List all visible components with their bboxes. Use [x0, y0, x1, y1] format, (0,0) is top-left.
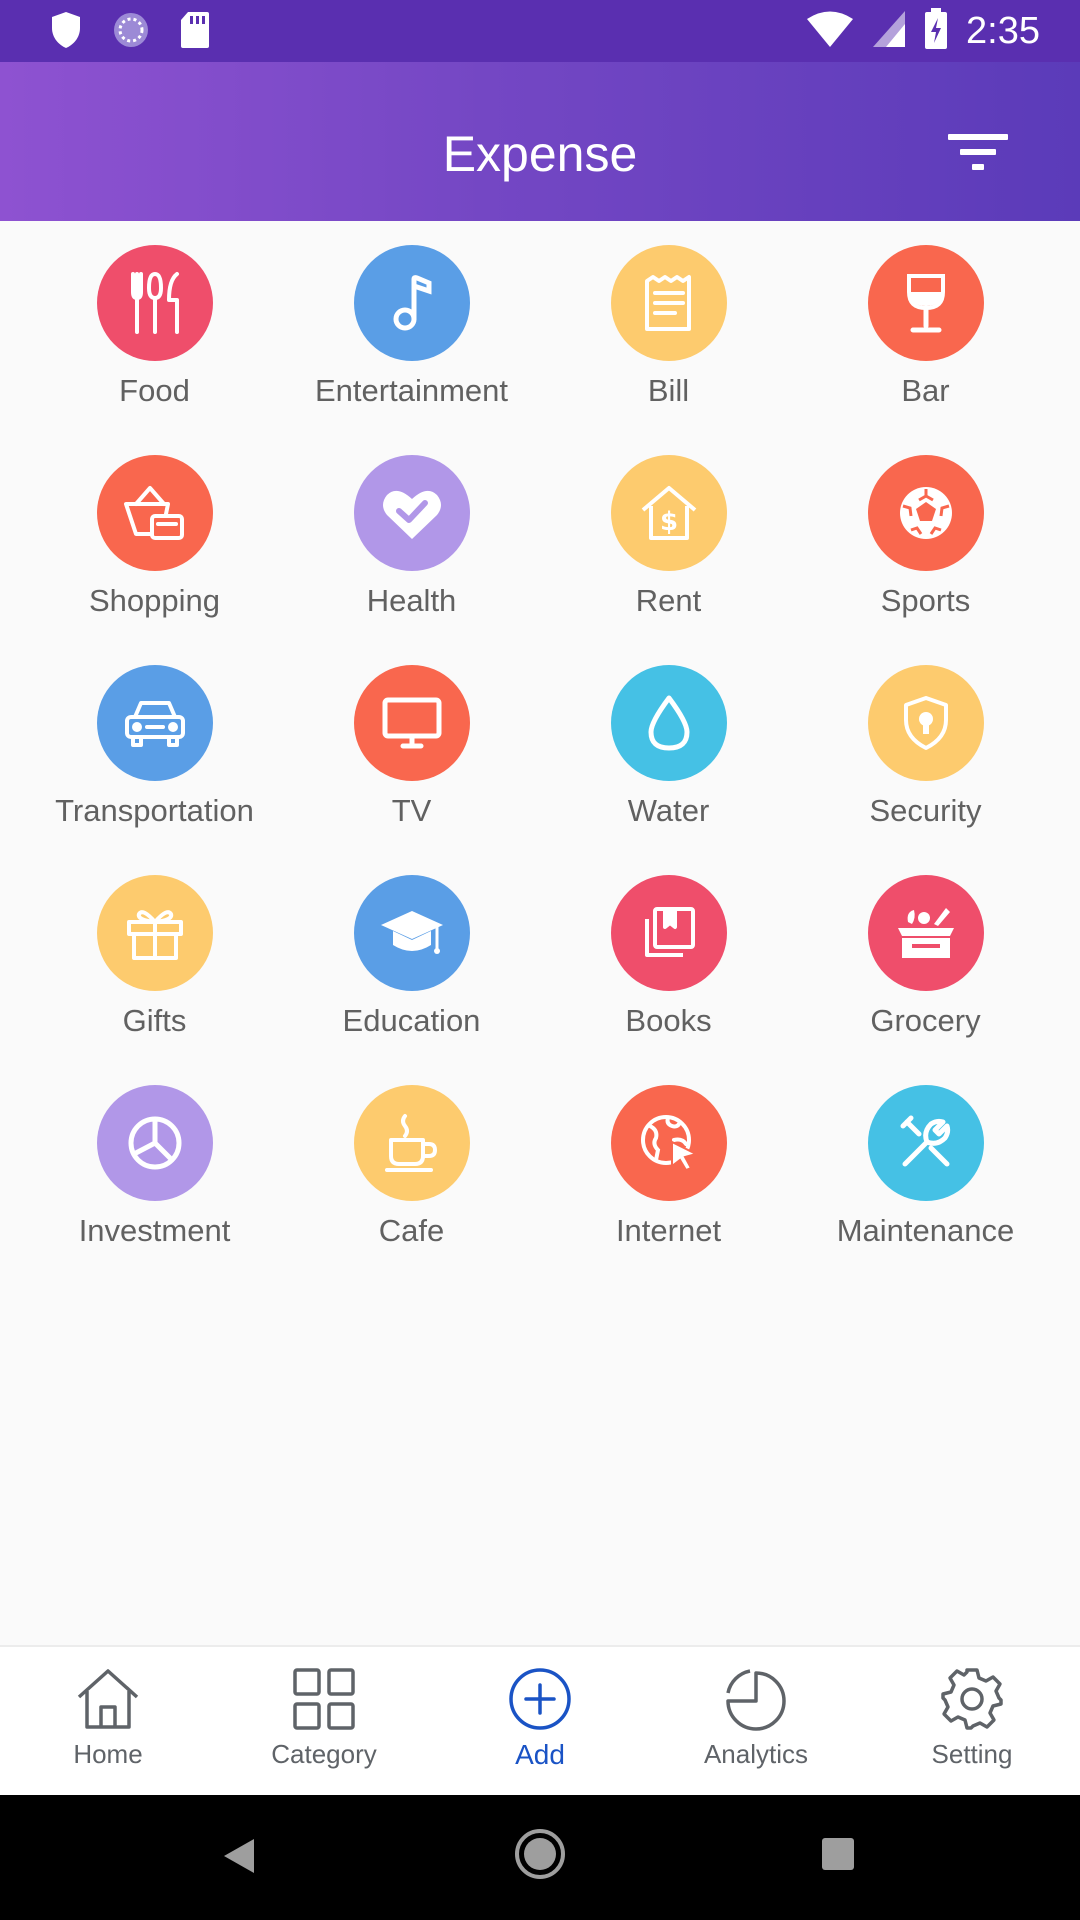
nav-category[interactable]: Category	[216, 1647, 432, 1795]
category-water[interactable]: Water	[540, 665, 797, 875]
category-bar[interactable]: Bar	[797, 245, 1054, 455]
category-bill[interactable]: Bill	[540, 245, 797, 455]
category-label: Transportation	[55, 793, 254, 828]
car-icon	[96, 665, 213, 781]
add-circle-icon	[509, 1668, 571, 1730]
category-label: Health	[366, 583, 457, 618]
back-icon	[224, 1839, 254, 1873]
category-cafe[interactable]: Cafe	[283, 1085, 540, 1295]
app-bar: Expense	[0, 62, 1080, 221]
category-label: Food	[119, 373, 190, 408]
pie-chart-icon	[96, 1085, 213, 1201]
category-label: Books	[625, 1003, 712, 1038]
pie-chart-outline-icon	[726, 1669, 786, 1731]
category-label: TV	[391, 793, 432, 828]
receipt-icon	[610, 245, 727, 361]
home-icon	[77, 1669, 139, 1729]
category-label: Sports	[880, 583, 971, 618]
category-label: Maintenance	[836, 1213, 1015, 1248]
category-maintenance[interactable]: Maintenance	[797, 1085, 1054, 1295]
grid-icon	[293, 1668, 355, 1730]
back-button[interactable]	[222, 1837, 256, 1880]
category-label: Gifts	[122, 1003, 187, 1038]
category-education[interactable]: Education	[283, 875, 540, 1085]
nav-label: Category	[271, 1739, 377, 1769]
gear-icon	[941, 1668, 1003, 1730]
home-circle-icon	[515, 1829, 565, 1879]
category-label: Shopping	[88, 583, 220, 618]
battery-icon	[924, 7, 948, 55]
recents-button[interactable]	[821, 1837, 855, 1876]
heart-check-icon	[353, 455, 470, 571]
category-rent[interactable]: $ Rent	[540, 455, 797, 665]
shield-lock-icon	[867, 665, 984, 781]
filter-icon	[948, 134, 1008, 170]
category-shopping[interactable]: Shopping	[26, 455, 283, 665]
category-label: Grocery	[870, 1003, 981, 1038]
category-grocery[interactable]: Grocery	[797, 875, 1054, 1085]
category-label: Rent	[635, 583, 702, 618]
category-health[interactable]: Health	[283, 455, 540, 665]
signal-icon	[872, 10, 906, 53]
svg-text:$: $	[659, 507, 677, 537]
gift-icon	[96, 875, 213, 991]
shield-icon	[50, 11, 82, 54]
category-label: Education	[342, 1003, 481, 1038]
loading-icon	[112, 11, 150, 54]
bottom-nav: Home Category Add Analytics Setting	[0, 1645, 1080, 1795]
category-label: Entertainment	[315, 373, 508, 408]
category-sports[interactable]: Sports	[797, 455, 1054, 665]
nav-analytics[interactable]: Analytics	[648, 1647, 864, 1795]
category-label: Cafe	[378, 1213, 445, 1248]
shopping-basket-icon	[96, 455, 213, 571]
category-books[interactable]: Books	[540, 875, 797, 1085]
category-gifts[interactable]: Gifts	[26, 875, 283, 1085]
nav-add[interactable]: Add	[432, 1647, 648, 1795]
category-transportation[interactable]: Transportation	[26, 665, 283, 875]
wifi-icon	[806, 10, 854, 53]
category-entertainment[interactable]: Entertainment	[283, 245, 540, 455]
nav-label: Home	[73, 1739, 143, 1769]
nav-label: Add	[515, 1739, 565, 1770]
recents-icon	[822, 1838, 854, 1870]
nav-label: Analytics	[703, 1739, 809, 1769]
wine-glass-icon	[867, 245, 984, 361]
nav-label: Setting	[931, 1739, 1013, 1769]
category-food[interactable]: Food	[26, 245, 283, 455]
music-note-icon	[353, 245, 470, 361]
category-label: Security	[869, 793, 982, 828]
house-dollar-icon: $	[610, 455, 727, 571]
utensils-icon	[96, 245, 213, 361]
nav-home[interactable]: Home	[0, 1647, 216, 1795]
category-internet[interactable]: Internet	[540, 1085, 797, 1295]
status-bar-right: 2:35	[806, 7, 1040, 55]
category-label: Investment	[78, 1213, 231, 1248]
category-label: Water	[627, 793, 710, 828]
globe-cursor-icon	[610, 1085, 727, 1201]
page-title: Expense	[442, 126, 638, 182]
category-security[interactable]: Security	[797, 665, 1054, 875]
soccer-ball-icon	[867, 455, 984, 571]
filter-button[interactable]	[948, 130, 1008, 174]
sd-card-icon	[180, 11, 210, 54]
status-bar-left	[50, 11, 210, 54]
coffee-cup-icon	[353, 1085, 470, 1201]
category-label: Bar	[901, 373, 950, 408]
status-time: 2:35	[966, 9, 1040, 52]
tools-icon	[867, 1085, 984, 1201]
nav-setting[interactable]: Setting	[864, 1647, 1080, 1795]
category-label: Bill	[647, 373, 690, 408]
category-tv[interactable]: TV	[283, 665, 540, 875]
books-icon	[610, 875, 727, 991]
status-bar: 2:35	[0, 0, 1080, 62]
water-drop-icon	[610, 665, 727, 781]
grocery-box-icon	[867, 875, 984, 991]
home-system-button[interactable]	[514, 1828, 566, 1885]
tv-icon	[353, 665, 470, 781]
category-grid: Food Entertainment Bill Bar Shopping Hea…	[26, 245, 1054, 1295]
category-label: Internet	[615, 1213, 722, 1248]
system-nav-bar	[0, 1795, 1080, 1920]
category-investment[interactable]: Investment	[26, 1085, 283, 1295]
graduation-cap-icon	[353, 875, 470, 991]
